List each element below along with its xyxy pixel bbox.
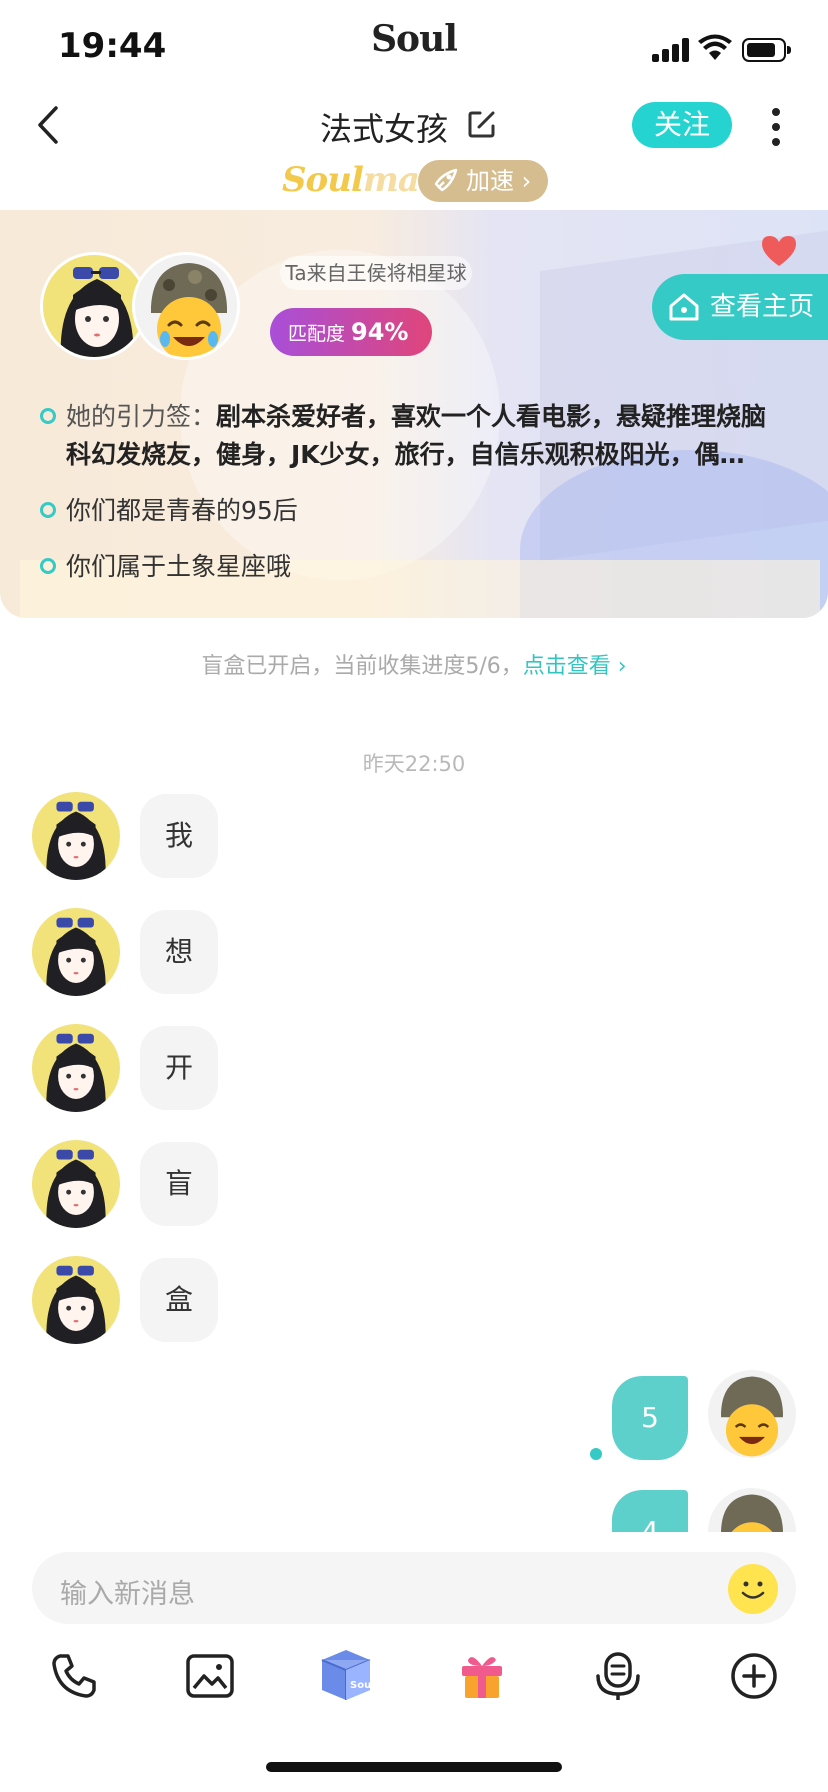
my-message-avatar[interactable] xyxy=(708,1488,796,1532)
svg-text:Soul: Soul xyxy=(350,1680,375,1691)
planet-origin-label: Ta来自王侯将相星球 xyxy=(280,256,472,290)
partner-message-avatar[interactable] xyxy=(32,792,120,880)
partner-message-avatar[interactable] xyxy=(32,1256,120,1344)
read-indicator xyxy=(590,1448,602,1460)
partner-message-avatar[interactable] xyxy=(32,1024,120,1112)
signal-icon xyxy=(652,38,690,62)
plus-icon[interactable] xyxy=(726,1648,782,1704)
follow-button[interactable]: 关注 xyxy=(632,102,732,148)
battery-icon xyxy=(742,38,791,62)
bullet-icon xyxy=(40,558,56,574)
partner-message-avatar[interactable] xyxy=(32,1140,120,1228)
gift-icon[interactable] xyxy=(454,1648,510,1704)
outgoing-message-bubble[interactable]: 5 xyxy=(612,1376,688,1460)
message-timestamp: 昨天22:50 xyxy=(362,752,466,776)
emoji-icon[interactable] xyxy=(728,1564,778,1614)
back-button[interactable] xyxy=(30,100,70,150)
gravity-tags: 她的引力签：剧本杀爱好者，喜欢一个人看电影，悬疑推理烧脑 科幻发烧友，健身，JK… xyxy=(40,398,810,474)
incoming-message-bubble[interactable]: 我 xyxy=(140,794,218,878)
incoming-message-bubble[interactable]: 盲 xyxy=(140,1142,218,1226)
my-message-avatar[interactable] xyxy=(708,1370,796,1458)
my-avatar[interactable] xyxy=(132,252,240,360)
blindbox-notice: 盲盒已开启，当前收集进度5/6，点击查看 › xyxy=(201,654,627,679)
home-icon xyxy=(669,293,699,321)
input-placeholder: 输入新消息 xyxy=(60,1579,195,1610)
match-degree-badge: 匹配度 94% xyxy=(270,308,432,356)
more-options-icon[interactable] xyxy=(764,104,788,150)
blindbox-view-link[interactable]: 点击查看 › xyxy=(523,654,627,679)
incoming-message-bubble[interactable]: 想 xyxy=(140,910,218,994)
accelerate-button[interactable]: 加速 › xyxy=(418,160,548,202)
shared-fact-zodiac: 你们属于土象星座哦 xyxy=(40,548,291,586)
blindbox-icon[interactable]: Soul xyxy=(316,1644,376,1704)
partner-message-avatar[interactable] xyxy=(32,908,120,996)
wifi-icon xyxy=(698,34,732,60)
phone-icon[interactable] xyxy=(46,1648,102,1704)
voice-icon[interactable] xyxy=(590,1648,646,1704)
image-icon[interactable] xyxy=(182,1648,238,1704)
incoming-message-bubble[interactable]: 盒 xyxy=(140,1258,218,1342)
chat-title: 法式女孩 xyxy=(320,110,449,148)
shared-fact-age: 你们都是青春的95后 xyxy=(40,492,298,530)
bullet-icon xyxy=(40,408,56,424)
outgoing-message-bubble[interactable]: 4 xyxy=(612,1490,688,1532)
edit-remark-icon[interactable] xyxy=(466,108,498,140)
home-indicator xyxy=(266,1762,562,1772)
rocket-icon xyxy=(434,168,458,192)
partially-visible-message: 4 xyxy=(0,1488,828,1532)
heart-icon[interactable] xyxy=(760,234,798,268)
incoming-message-bubble[interactable]: 开 xyxy=(140,1026,218,1110)
bullet-icon xyxy=(40,502,56,518)
